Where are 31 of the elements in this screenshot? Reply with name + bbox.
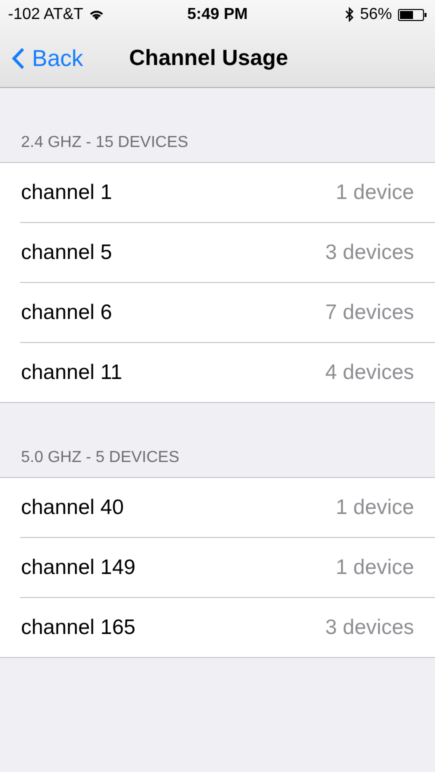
device-count: 3 devices <box>325 240 414 264</box>
wifi-icon <box>89 9 104 20</box>
section-header: 5.0 GHZ - 5 DEVICES <box>20 448 180 468</box>
channel-label: channel 1 <box>21 180 112 204</box>
channel-label: channel 149 <box>21 556 136 580</box>
channel-row[interactable]: channel 11 4 devices <box>20 342 435 402</box>
device-count: 1 device <box>336 556 414 580</box>
channel-row[interactable]: channel 149 1 device <box>20 537 435 597</box>
channel-label: channel 165 <box>21 616 136 640</box>
device-count: 1 device <box>336 496 414 520</box>
device-count: 3 devices <box>325 616 414 640</box>
channel-row[interactable]: channel 1 1 device <box>0 163 435 222</box>
battery-percent: 56% <box>360 6 392 24</box>
channel-label: channel 6 <box>21 300 112 324</box>
carrier-text: -102 AT&T <box>8 6 84 24</box>
device-count: 1 device <box>336 180 414 204</box>
status-time: 5:49 PM <box>186 6 249 24</box>
channel-row[interactable]: channel 5 3 devices <box>20 222 435 282</box>
channel-label: channel 40 <box>21 496 124 520</box>
chevron-icon <box>12 46 25 70</box>
device-count: 7 devices <box>325 300 414 324</box>
channel-row[interactable]: channel 40 1 device <box>0 478 435 537</box>
bluetooth-icon <box>344 7 354 22</box>
section-header: 2.4 GHZ - 15 DEVICES <box>20 133 190 153</box>
channel-label: channel 11 <box>21 360 122 384</box>
nav-title: Channel Usage <box>129 45 288 71</box>
device-count: 4 devices <box>325 360 414 384</box>
battery-icon <box>398 8 427 20</box>
channel-label: channel 5 <box>21 240 112 264</box>
channel-row[interactable]: channel 165 3 devices <box>20 597 435 657</box>
channel-row[interactable]: channel 6 7 devices <box>20 282 435 342</box>
